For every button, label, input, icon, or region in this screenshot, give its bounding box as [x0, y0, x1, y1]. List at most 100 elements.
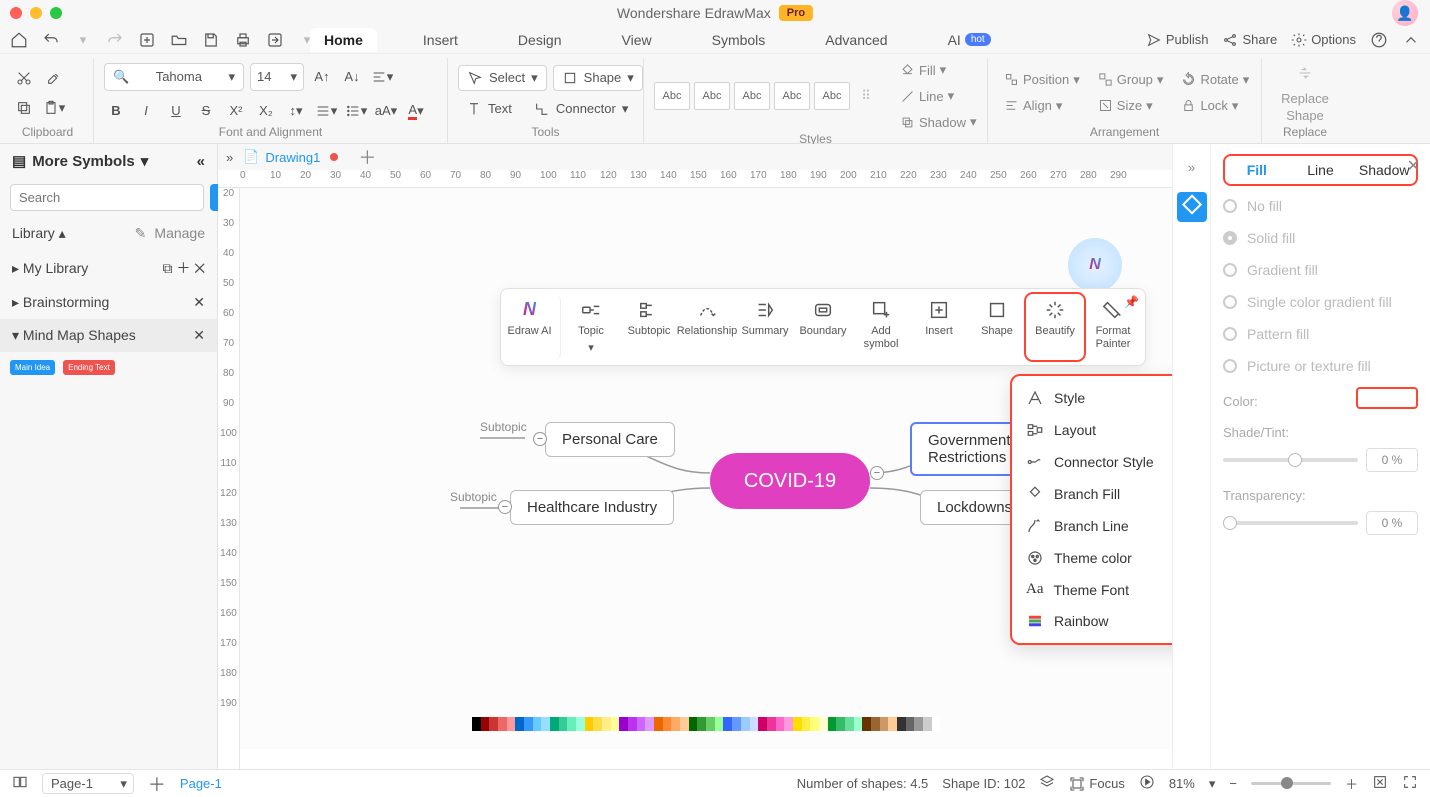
rp-tab-fill[interactable]: Fill	[1225, 156, 1289, 184]
italic-icon[interactable]: I	[134, 99, 158, 123]
subscript-icon[interactable]: X₂	[254, 99, 278, 123]
transparency-value[interactable]: 0 %	[1366, 511, 1418, 535]
layers-icon[interactable]	[1039, 774, 1055, 793]
align-icon[interactable]: ▾	[370, 65, 394, 89]
ctx-topic[interactable]: Topic▾	[563, 295, 619, 359]
pin-toolbar-icon[interactable]: 📌	[1124, 295, 1139, 309]
publish-button[interactable]: Publish	[1146, 32, 1209, 48]
fill-menu[interactable]: Fill▾	[894, 60, 983, 80]
text-tool[interactable]: Text	[458, 97, 520, 121]
copy-icon[interactable]	[12, 96, 36, 120]
zoom-in-button[interactable]: ＋	[1345, 774, 1358, 793]
dd-theme-font[interactable]: AaTheme Font▸	[1012, 574, 1172, 605]
ctx-add-symbol[interactable]: Add symbol	[853, 295, 909, 359]
group-menu[interactable]: Group▾	[1092, 70, 1170, 90]
superscript-icon[interactable]: X²	[224, 99, 248, 123]
ctx-boundary[interactable]: Boundary	[795, 295, 851, 359]
list-icon[interactable]: ▾	[344, 99, 368, 123]
node-center[interactable]: COVID-19	[710, 453, 870, 509]
transparency-slider[interactable]	[1223, 521, 1358, 525]
add-page-button[interactable]: ＋	[148, 771, 166, 797]
redo-icon[interactable]	[106, 31, 124, 49]
connector-tool[interactable]: Connector▾	[526, 97, 637, 121]
font-size-select[interactable]: 14▾	[250, 63, 304, 91]
style-gallery[interactable]: Abc Abc Abc Abc Abc ⠿	[654, 82, 878, 110]
zoom-out-button[interactable]: −	[1229, 776, 1237, 791]
shade-value[interactable]: 0 %	[1366, 448, 1418, 472]
dd-style[interactable]: Style▸	[1012, 382, 1172, 414]
zoom-slider[interactable]	[1251, 782, 1331, 785]
select-tool[interactable]: Select▾	[458, 65, 547, 91]
radio-gradient-fill[interactable]: Gradient fill	[1223, 258, 1418, 282]
new-icon[interactable]	[138, 31, 156, 49]
bold-icon[interactable]: B	[104, 99, 128, 123]
fill-panel-icon[interactable]	[1177, 192, 1207, 222]
format-brush-icon[interactable]	[42, 66, 66, 90]
tab-advanced[interactable]: Advanced	[811, 28, 901, 52]
undo-icon[interactable]	[42, 31, 60, 49]
dd-branch-fill[interactable]: Branch Fill▸	[1012, 478, 1172, 510]
my-library-category[interactable]: ▸ My Library⧉ ＋ ✕	[0, 250, 217, 286]
mindmap-shapes-category[interactable]: ▾ Mind Map Shapes✕	[0, 319, 217, 352]
replace-shape-icon[interactable]	[1293, 61, 1317, 85]
collapse-handle-2[interactable]: −	[498, 500, 512, 514]
size-menu[interactable]: Size▾	[1092, 96, 1170, 116]
rp-tab-line[interactable]: Line	[1289, 156, 1353, 184]
ai-assistant-button[interactable]: N	[1068, 238, 1122, 292]
canvas[interactable]: N NEdraw AI Topic▾ Subtopic Relationship…	[240, 188, 1172, 749]
rotate-menu[interactable]: Rotate▾	[1175, 70, 1255, 90]
mindmap-shape-1[interactable]: Main Idea	[10, 360, 55, 375]
dd-connector-style[interactable]: Connector Style▸	[1012, 446, 1172, 478]
node-healthcare-industry[interactable]: Healthcare Industry	[510, 490, 674, 525]
lock-menu[interactable]: Lock▾	[1175, 96, 1255, 116]
window-close[interactable]	[10, 7, 22, 19]
pages-icon[interactable]	[12, 774, 28, 793]
user-avatar[interactable]: 👤	[1392, 0, 1418, 26]
collapse-handle-1[interactable]: −	[533, 432, 547, 446]
color-palette[interactable]	[472, 717, 940, 731]
style-gallery-more-icon[interactable]: ⠿	[854, 84, 878, 108]
share-button[interactable]: Share	[1222, 32, 1277, 48]
new-tab-button[interactable]: ＋	[358, 144, 376, 170]
collapse-panel-icon[interactable]: «	[197, 153, 205, 170]
shadow-menu[interactable]: Shadow▾	[894, 112, 983, 132]
radio-pattern-fill[interactable]: Pattern fill	[1223, 322, 1418, 346]
node-personal-care[interactable]: Personal Care	[545, 422, 675, 457]
manage-library-button[interactable]: ✎ Manage	[135, 225, 205, 242]
style-thumb-1[interactable]: Abc	[654, 82, 690, 110]
help-icon[interactable]	[1370, 31, 1388, 49]
collapse-ribbon-icon[interactable]	[1402, 31, 1420, 49]
options-button[interactable]: Options	[1291, 32, 1356, 48]
open-icon[interactable]	[170, 31, 188, 49]
brainstorming-category[interactable]: ▸ Brainstorming✕	[0, 286, 217, 319]
position-menu[interactable]: Position▾	[998, 70, 1086, 90]
paste-icon[interactable]: ▾	[42, 96, 66, 120]
style-thumb-2[interactable]: Abc	[694, 82, 730, 110]
zoom-dropdown-icon[interactable]: ▾	[1209, 776, 1216, 792]
ctx-edraw-ai[interactable]: NEdraw AI	[505, 295, 561, 359]
document-tab[interactable]: 📄 Drawing1	[243, 149, 320, 165]
library-label[interactable]: Library	[12, 225, 55, 241]
dd-theme-color[interactable]: Theme color▸	[1012, 542, 1172, 574]
tab-ai[interactable]: AIhot	[934, 28, 1005, 52]
fit-page-icon[interactable]	[1372, 774, 1388, 793]
zoom-value[interactable]: 81%	[1169, 776, 1195, 791]
ctx-shape[interactable]: Shape	[969, 295, 1025, 359]
color-swatch[interactable]	[1356, 387, 1418, 409]
mindmap-shape-2[interactable]: Ending Text	[63, 360, 115, 375]
ctx-beautify[interactable]: Beautify	[1027, 295, 1083, 359]
strike-icon[interactable]: S	[194, 99, 218, 123]
cut-icon[interactable]	[12, 66, 36, 90]
symbol-search-input[interactable]	[10, 184, 204, 211]
ctx-relationship[interactable]: Relationship	[679, 295, 735, 359]
ctx-summary[interactable]: Summary	[737, 295, 793, 359]
page-selector[interactable]: Page-1▾	[42, 773, 134, 794]
decrease-font-icon[interactable]: A↓	[340, 65, 364, 89]
radio-solid-fill[interactable]: Solid fill	[1223, 226, 1418, 250]
shape-tool[interactable]: Shape▾	[553, 65, 643, 91]
radio-no-fill[interactable]: No fill	[1223, 194, 1418, 218]
underline-icon[interactable]: U	[164, 99, 188, 123]
tab-home[interactable]: Home	[310, 28, 377, 52]
expand-right-panel-icon[interactable]: »	[1177, 152, 1207, 182]
style-thumb-3[interactable]: Abc	[734, 82, 770, 110]
